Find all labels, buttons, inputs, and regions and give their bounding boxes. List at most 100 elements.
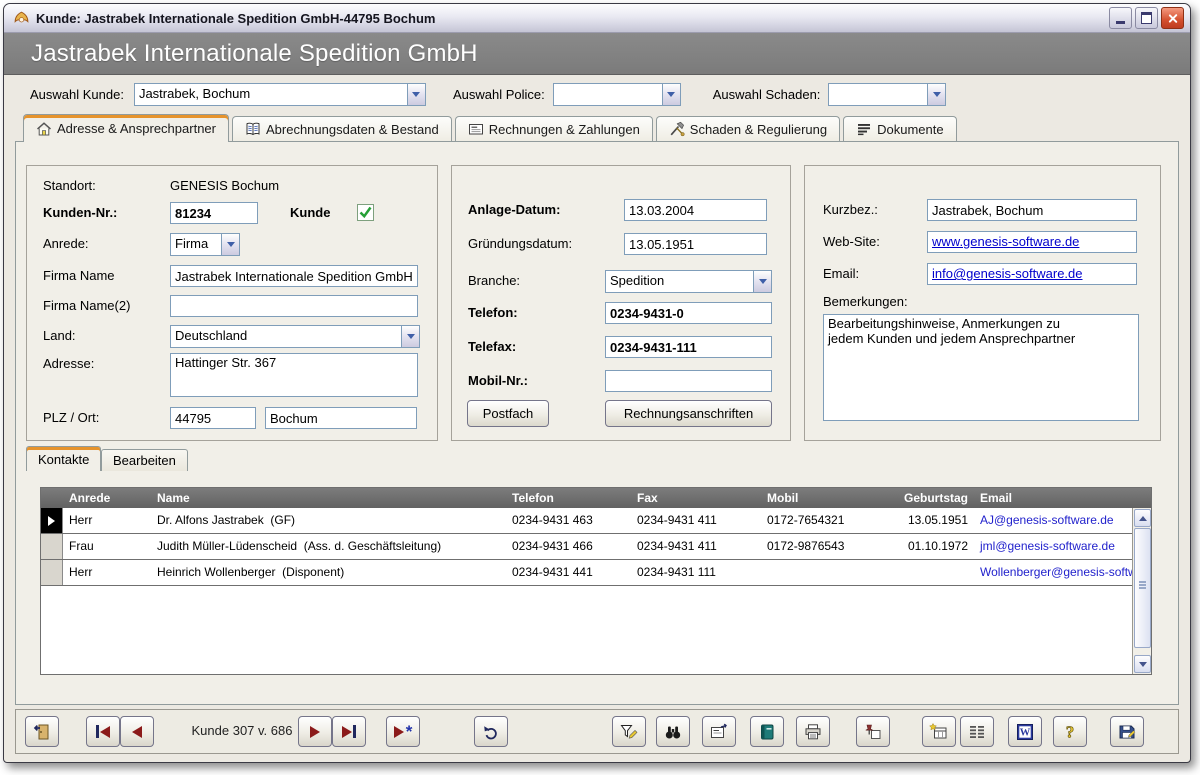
chevron-down-icon[interactable] (407, 84, 425, 105)
firma-name-label: Firma Name (43, 268, 115, 283)
maximize-icon (1141, 12, 1152, 24)
subtab-kontakte[interactable]: Kontakte (26, 446, 101, 471)
selector-row: Auswahl Kunde: Jastrabek, Bochum Auswahl… (4, 75, 1190, 114)
printer-icon (803, 722, 823, 742)
table-scrollbar[interactable] (1132, 508, 1151, 674)
scroll-thumb[interactable] (1134, 528, 1151, 648)
save-button[interactable] (1110, 716, 1144, 747)
ort-input[interactable] (265, 407, 417, 429)
chevron-down-icon[interactable] (753, 271, 771, 292)
filter-icon (619, 722, 639, 742)
table-row[interactable]: Frau Judith Müller-Lüdenscheid (Ass. d. … (41, 534, 1133, 560)
title-bar: Kunde: Jastrabek Internationale Speditio… (4, 4, 1190, 33)
table-row[interactable]: Herr Heinrich Wollenberger (Disponent) 0… (41, 560, 1133, 586)
lines-icon (856, 121, 872, 137)
anrede-select[interactable]: Firma (170, 233, 240, 256)
kurzbez-input[interactable] (927, 199, 1137, 221)
address-book-button[interactable] (750, 716, 784, 747)
contacts-table-header: Anrede Name Telefon Fax Mobil Geburtstag… (41, 488, 1151, 508)
bemerkungen-textarea[interactable]: Bearbeitungshinweise, Anmerkungen zu jed… (823, 314, 1139, 421)
chevron-down-icon[interactable] (927, 84, 945, 105)
new-table-button[interactable] (922, 716, 956, 747)
chevron-down-icon[interactable] (401, 326, 419, 347)
gruendungsdatum-label: Gründungsdatum: (468, 236, 572, 251)
tab-rechnungen-zahlungen[interactable]: Rechnungen & Zahlungen (455, 116, 653, 141)
kundennr-input[interactable] (170, 202, 258, 224)
branche-label: Branche: (468, 273, 520, 288)
land-label: Land: (43, 328, 76, 343)
adresse-label: Adresse: (43, 356, 94, 371)
plz-input[interactable] (170, 407, 256, 429)
table-row[interactable]: Herr Dr. Alfons Jastrabek (GF) 0234-9431… (41, 508, 1133, 534)
standort-label: Standort: (43, 178, 96, 193)
window-title: Kunde: Jastrabek Internationale Speditio… (36, 11, 1109, 26)
tab-adresse-ansprechpartner[interactable]: Adresse & Ansprechpartner (23, 114, 229, 142)
chevron-down-icon[interactable] (662, 84, 680, 105)
maximize-button[interactable] (1135, 7, 1158, 29)
export-form-button[interactable] (702, 716, 736, 747)
telefon-label: Telefon: (468, 305, 518, 320)
find-button[interactable] (656, 716, 690, 747)
home-icon (36, 121, 52, 137)
prev-record-button[interactable] (120, 716, 154, 747)
chevron-down-icon[interactable] (221, 234, 239, 255)
column-view-button[interactable] (960, 716, 994, 747)
anrede-label: Anrede: (43, 236, 89, 251)
anlage-datum-input[interactable] (624, 199, 767, 221)
undo-button[interactable] (474, 716, 508, 747)
mobil-input[interactable] (605, 370, 772, 392)
telefax-label: Telefax: (468, 339, 516, 354)
telefax-input[interactable] (605, 336, 772, 358)
row-selector[interactable] (41, 534, 63, 559)
last-record-button[interactable] (332, 716, 366, 747)
rechnungsanschriften-button[interactable]: Rechnungsanschriften (605, 400, 772, 427)
adresse-textarea[interactable]: Hattinger Str. 367 (170, 353, 418, 397)
next-record-button[interactable] (298, 716, 332, 747)
branche-select[interactable]: Spedition (605, 270, 772, 293)
firma-name2-input[interactable] (170, 295, 418, 317)
scroll-down-button[interactable] (1134, 655, 1151, 673)
email-link[interactable]: info@genesis-software.de (927, 263, 1137, 285)
exit-button[interactable] (25, 716, 59, 747)
tab-schaden-regulierung[interactable]: Schaden & Regulierung (656, 116, 840, 141)
new-record-button[interactable]: * (386, 716, 420, 747)
kunde-select[interactable]: Jastrabek, Bochum (134, 83, 426, 106)
scroll-up-button[interactable] (1134, 509, 1151, 527)
schaden-select[interactable] (828, 83, 946, 106)
telefon-input[interactable] (605, 302, 772, 324)
gruendungsdatum-input[interactable] (624, 233, 767, 255)
app-icon (13, 10, 30, 27)
form-icon (468, 121, 484, 137)
auswahl-schaden-label: Auswahl Schaden: (713, 87, 821, 102)
row-selector[interactable] (41, 508, 63, 533)
kundennr-label: Kunden-Nr.: (43, 205, 117, 220)
police-select[interactable] (553, 83, 681, 106)
auswahl-police-label: Auswahl Police: (453, 87, 545, 102)
undo-arrow-icon (481, 722, 501, 742)
close-button[interactable] (1161, 7, 1184, 29)
website-link[interactable]: www.genesis-software.de (927, 231, 1137, 253)
print-button[interactable] (796, 716, 830, 747)
tab-abrechnungsdaten-bestand[interactable]: Abrechnungsdaten & Bestand (232, 116, 452, 141)
word-icon: W (1015, 722, 1035, 742)
tab-dokumente[interactable]: Dokumente (843, 116, 956, 141)
attach-note-button[interactable] (856, 716, 890, 747)
check-icon (358, 205, 373, 220)
customer-banner: Jastrabek Internationale Spedition GmbH (4, 33, 1190, 75)
postfach-button[interactable]: Postfach (467, 400, 549, 427)
help-button[interactable]: ? (1053, 716, 1087, 747)
kunde-checkbox[interactable] (357, 204, 374, 221)
minimize-button[interactable] (1109, 7, 1132, 29)
word-export-button[interactable]: W (1008, 716, 1042, 747)
land-select[interactable]: Deutschland (170, 325, 420, 348)
auswahl-kunde-label: Auswahl Kunde: (30, 87, 124, 102)
close-icon (1167, 13, 1178, 24)
row-selector[interactable] (41, 560, 63, 585)
firma-name-input[interactable] (170, 265, 418, 287)
address-groupbox: Standort: GENESIS Bochum Kunden-Nr.: Kun… (26, 165, 438, 441)
first-record-button[interactable] (86, 716, 120, 747)
subtab-bearbeiten[interactable]: Bearbeiten (101, 449, 188, 471)
filter-button[interactable] (612, 716, 646, 747)
form-arrow-icon (709, 722, 729, 742)
standort-value: GENESIS Bochum (170, 178, 279, 193)
